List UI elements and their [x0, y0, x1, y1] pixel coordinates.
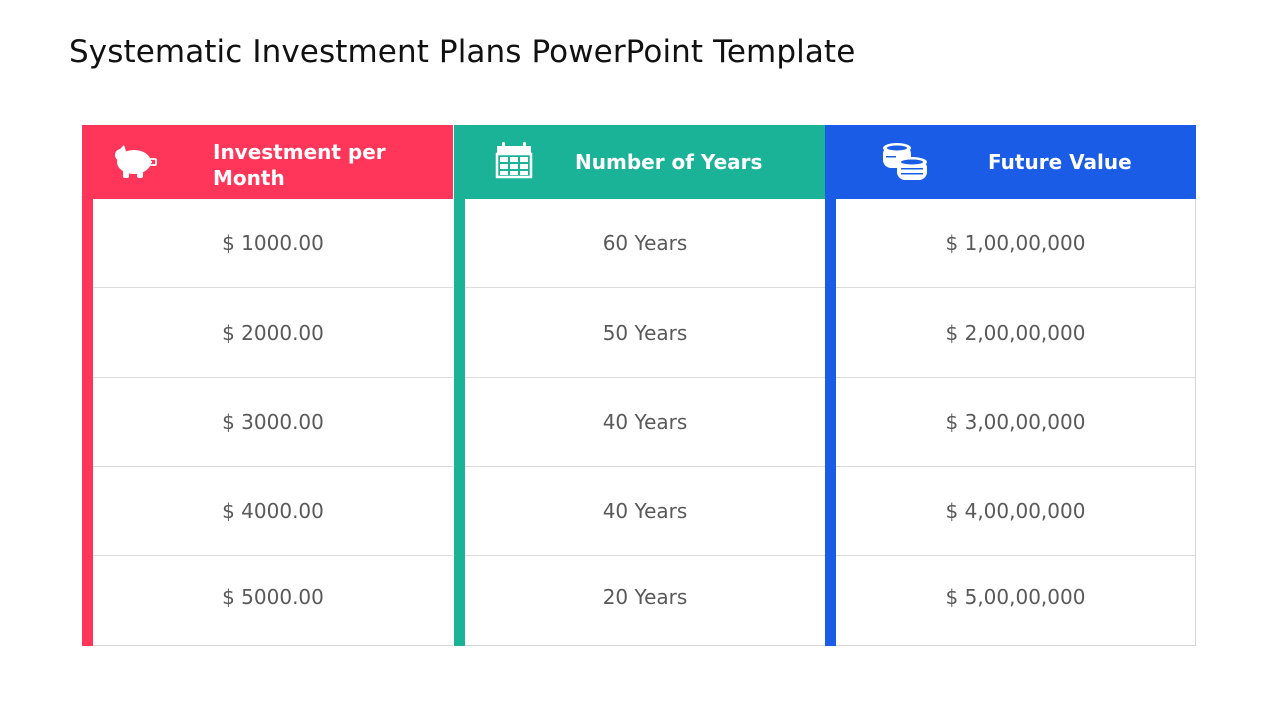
table-cell: 40 Years	[465, 467, 825, 556]
column-body: 60 Years 50 Years 40 Years 40 Years 20 Y…	[465, 199, 825, 646]
table-cell: $ 5,00,00,000	[945, 585, 1086, 609]
column-number-of-years: Number of Years 60 Years 50 Years 40 Yea…	[454, 125, 825, 646]
table-cell: $ 2,00,00,000	[836, 288, 1195, 378]
table-cell: 50 Years	[465, 288, 825, 378]
header-label: Future Value	[988, 150, 1132, 174]
column-investment-per-month: Investment per Month $ 1000.00 $ 2000.00…	[82, 125, 453, 646]
coins-icon	[881, 140, 927, 184]
calendar-icon	[494, 140, 538, 184]
sip-table: Investment per Month $ 1000.00 $ 2000.00…	[82, 125, 1196, 646]
column-body: $ 1,00,00,000 $ 2,00,00,000 $ 3,00,00,00…	[836, 199, 1196, 646]
table-cell: $ 4000.00	[93, 467, 453, 556]
table-cell: $ 3,00,00,000	[836, 378, 1195, 467]
column-header: Number of Years	[454, 125, 825, 199]
slide-title: Systematic Investment Plans PowerPoint T…	[69, 34, 856, 70]
column-accent-stripe	[825, 125, 836, 646]
column-future-value: Future Value $ 1,00,00,000 $ 2,00,00,000…	[825, 125, 1196, 646]
table-cell: $ 3000.00	[93, 378, 453, 467]
table-cell: $ 4,00,00,000	[836, 467, 1195, 556]
table-cell: 60 Years	[465, 199, 825, 288]
column-accent-stripe	[82, 125, 93, 646]
table-cell: $ 2000.00	[93, 288, 453, 378]
column-body: $ 1000.00 $ 2000.00 $ 3000.00 $ 4000.00 …	[93, 199, 453, 646]
column-header: Investment per Month	[82, 125, 453, 199]
header-label: Investment per Month	[213, 140, 386, 190]
piggy-bank-icon	[112, 140, 157, 184]
table-cell: $ 1000.00	[93, 199, 453, 288]
column-header: Future Value	[825, 125, 1196, 199]
table-cell: $ 5000.00	[222, 585, 324, 609]
table-cell: 40 Years	[465, 378, 825, 467]
table-cell: $ 1,00,00,000	[836, 199, 1195, 288]
column-accent-stripe	[454, 125, 465, 646]
table-cell: 20 Years	[602, 585, 688, 609]
header-label: Number of Years	[575, 150, 763, 174]
